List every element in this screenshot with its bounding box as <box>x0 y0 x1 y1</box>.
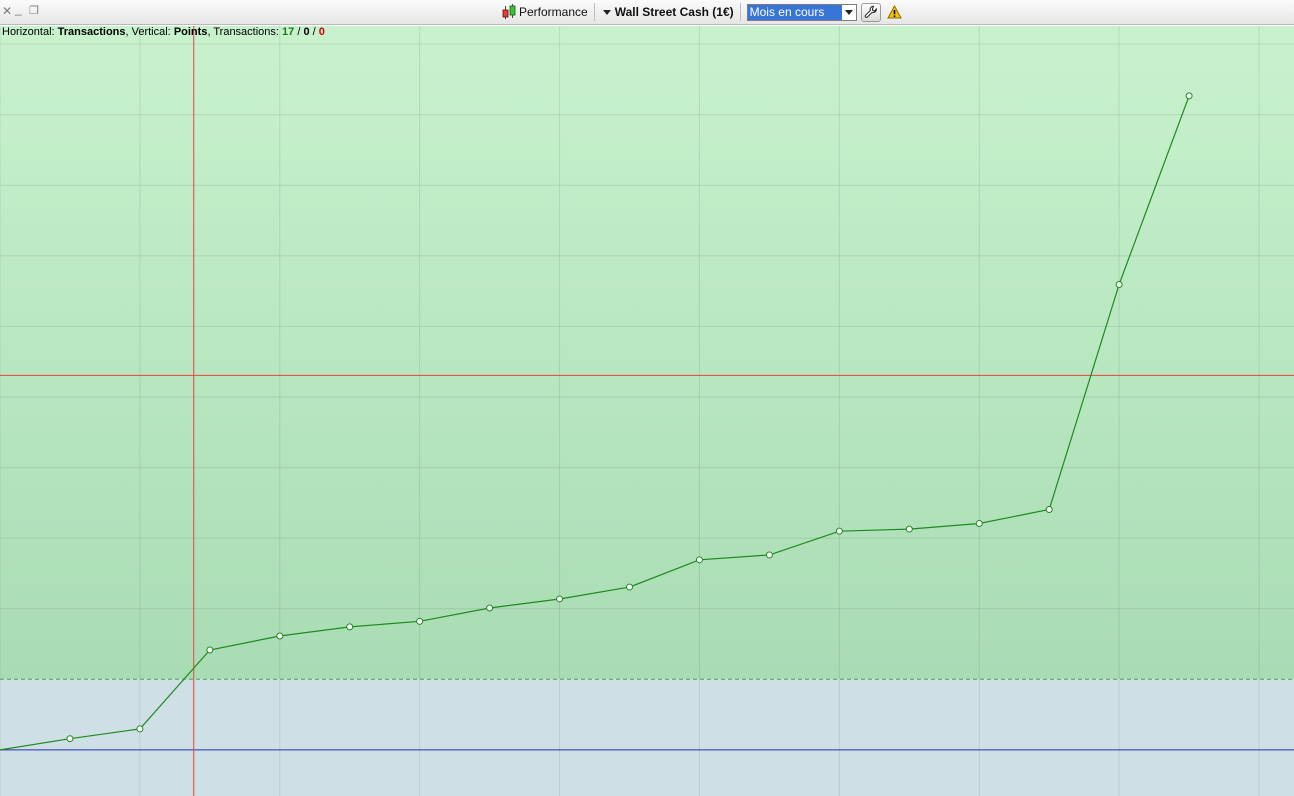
data-point[interactable] <box>695 556 703 564</box>
data-point[interactable] <box>626 583 634 591</box>
data-point[interactable] <box>486 604 494 612</box>
transactions-count-green: 17 <box>282 26 295 38</box>
count-separator: / <box>309 26 319 38</box>
instrument-label: Wall Street Cash (1€) <box>614 5 734 19</box>
chevron-down-icon <box>844 9 853 15</box>
data-point[interactable] <box>346 623 354 631</box>
data-point[interactable] <box>276 632 284 640</box>
data-point[interactable] <box>556 595 564 603</box>
data-point[interactable] <box>136 725 144 733</box>
data-point[interactable] <box>416 617 424 625</box>
vertical-axis-label: , Vertical: <box>125 26 171 38</box>
period-select[interactable]: Mois en cours <box>746 3 857 21</box>
data-point[interactable] <box>1115 281 1123 289</box>
data-point[interactable] <box>1045 506 1053 514</box>
data-point[interactable] <box>66 735 74 743</box>
data-point[interactable] <box>206 646 214 654</box>
toolbar: ✕ _ ❐ Performance Wall Street Cash (1€) … <box>0 0 1294 25</box>
horizontal-axis-value: Transactions <box>57 26 126 38</box>
instrument-button[interactable]: Wall Street Cash (1€) <box>601 5 734 19</box>
data-point[interactable] <box>835 527 843 535</box>
performance-button[interactable]: Performance <box>502 4 588 20</box>
vertical-axis-value: Points <box>173 26 208 38</box>
restore-icon[interactable]: ❐ <box>29 4 39 18</box>
chart-info-line: Horizontal: Transactions, Vertical: Poin… <box>2 26 325 39</box>
performance-label: Performance <box>519 5 588 19</box>
candlestick-icon <box>502 4 516 19</box>
data-point[interactable] <box>905 525 913 533</box>
toolbar-center: Performance Wall Street Cash (1€) Mois e… <box>502 2 902 22</box>
data-point[interactable] <box>765 551 773 559</box>
chevron-down-icon <box>602 9 611 15</box>
wrench-icon <box>864 5 877 18</box>
minimize-icon[interactable]: _ <box>15 2 22 16</box>
transactions-label: , Transactions: <box>207 26 279 38</box>
data-point[interactable] <box>975 519 983 527</box>
transactions-count-red: 0 <box>318 26 325 38</box>
performance-chart[interactable] <box>0 26 1294 796</box>
period-selected-value: Mois en cours <box>747 4 842 20</box>
settings-button[interactable] <box>860 2 881 22</box>
warning-icon <box>886 5 902 19</box>
data-point[interactable] <box>1185 92 1193 100</box>
period-dropdown-arrow[interactable] <box>842 9 856 15</box>
horizontal-axis-label: Horizontal: <box>2 26 55 38</box>
app-window: ✕ _ ❐ Performance Wall Street Cash (1€) … <box>0 0 1294 796</box>
toolbar-separator <box>739 3 741 21</box>
toolbar-separator <box>593 3 595 21</box>
close-icon[interactable]: ✕ <box>2 4 12 18</box>
warning-button[interactable] <box>886 5 902 19</box>
